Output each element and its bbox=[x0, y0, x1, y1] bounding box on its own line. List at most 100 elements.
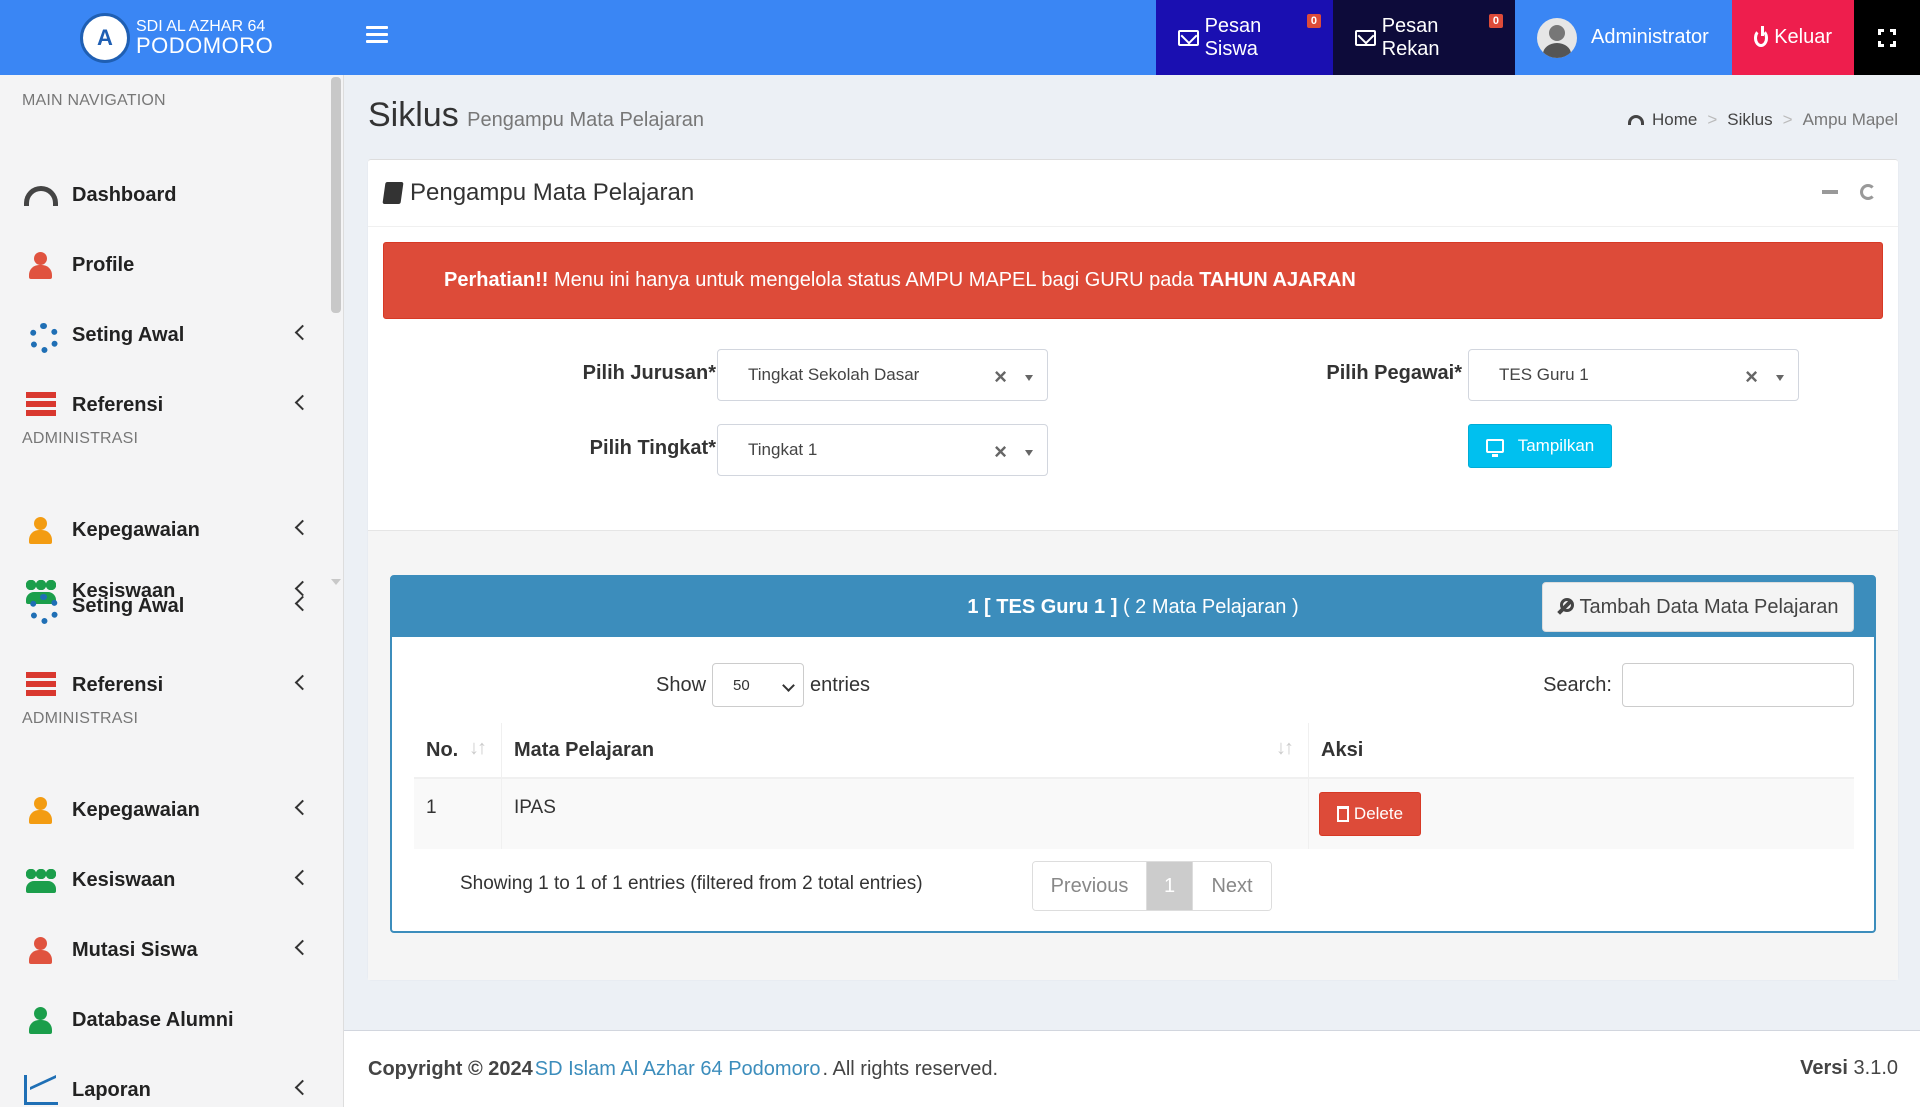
sidebar-item-seting-awal[interactable]: Seting Awal bbox=[0, 307, 328, 363]
pegawai-value: TES Guru 1 bbox=[1499, 365, 1589, 384]
entries-length: Show 50 entries bbox=[656, 663, 870, 707]
pesan-rekan-label: Pesan Rekan bbox=[1381, 14, 1440, 60]
scroll-down-icon[interactable] bbox=[331, 579, 341, 585]
entries-value: 50 bbox=[733, 676, 750, 694]
footer-org-link[interactable]: SD Islam Al Azhar 64 Podomoro bbox=[535, 1058, 821, 1081]
breadcrumb-home[interactable]: Home bbox=[1652, 110, 1697, 130]
fullscreen-button[interactable] bbox=[1854, 0, 1920, 75]
pegawai-select[interactable]: TES Guru 1 × bbox=[1468, 349, 1799, 401]
sidebar-item-kepegawaian[interactable]: Kepegawaian bbox=[0, 502, 328, 558]
tambah-mapel-label: Tambah Data Mata Pelajaran bbox=[1579, 595, 1839, 618]
breadcrumb: Home > Siklus > Ampu Mapel bbox=[1627, 110, 1898, 130]
power-icon bbox=[1754, 25, 1769, 47]
chevron-left-icon bbox=[294, 595, 311, 612]
logo-line2: PODOMORO bbox=[136, 32, 274, 58]
sort-icon bbox=[469, 737, 489, 763]
list-icon bbox=[24, 670, 58, 700]
envelope-icon bbox=[1178, 29, 1199, 46]
sidebar-item-seting-awal-2[interactable]: Seting Awal bbox=[0, 578, 328, 634]
pagination-previous[interactable]: Previous bbox=[1033, 862, 1147, 910]
user-menu[interactable]: Administrator bbox=[1515, 0, 1732, 75]
jurusan-label: Pilih Jurusan* bbox=[582, 362, 716, 384]
sidebar-item-label: Referensi bbox=[72, 673, 164, 696]
entries-label: entries bbox=[810, 673, 871, 696]
line-chart-icon bbox=[24, 1075, 58, 1105]
tingkat-value: Tingkat 1 bbox=[748, 440, 818, 459]
search-input[interactable] bbox=[1622, 663, 1854, 707]
version-number: 3.1.0 bbox=[1853, 1057, 1898, 1079]
gear-icon bbox=[24, 320, 59, 353]
sidebar-section-admin: ADMINISTRASI bbox=[22, 430, 139, 447]
table-row: 1 IPAS Delete bbox=[414, 779, 1854, 849]
chevron-left-icon bbox=[294, 324, 311, 341]
version-info: Versi 3.1.0 bbox=[1800, 1057, 1898, 1080]
tambah-mapel-button[interactable]: Tambah Data Mata Pelajaran bbox=[1542, 582, 1854, 632]
logo[interactable]: A SDI AL AZHAR 64 PODOMORO bbox=[0, 0, 344, 75]
delete-button[interactable]: Delete bbox=[1319, 792, 1421, 836]
page-subtitle: Pengampu Mata Pelajaran bbox=[467, 109, 704, 131]
sidebar-section-admin-2: ADMINISTRASI bbox=[22, 710, 139, 727]
clear-icon[interactable]: × bbox=[994, 439, 1007, 465]
column-header-mapel[interactable]: Mata Pelajaran bbox=[502, 723, 1309, 777]
mapel-table: No. Mata Pelajaran Aksi 1 IPAS Delete bbox=[414, 723, 1854, 849]
jurusan-value: Tingkat Sekolah Dasar bbox=[748, 365, 920, 384]
version-label: Versi bbox=[1800, 1057, 1848, 1079]
warning-alert: Perhatian!! Menu ini hanya untuk mengelo… bbox=[383, 242, 1883, 319]
wrench-icon bbox=[1557, 598, 1575, 615]
chevron-left-icon bbox=[294, 394, 311, 411]
table-search: Search: bbox=[1543, 663, 1854, 707]
caret-down-icon bbox=[1025, 450, 1033, 456]
collapse-icon[interactable] bbox=[1822, 190, 1838, 194]
school-logo-icon: A bbox=[80, 12, 130, 63]
top-header: A SDI AL AZHAR 64 PODOMORO Pesan Siswa 0… bbox=[0, 0, 1920, 75]
tingkat-label: Pilih Tingkat* bbox=[589, 437, 716, 459]
main-box: Pengampu Mata Pelajaran Perhatian!! Menu… bbox=[368, 159, 1898, 980]
user-tie-icon bbox=[24, 795, 58, 825]
alert-bold-2: TAHUN AJARAN bbox=[1199, 269, 1356, 291]
breadcrumb-siklus[interactable]: Siklus bbox=[1727, 110, 1772, 130]
page-title: Siklus bbox=[368, 96, 459, 134]
expand-icon bbox=[1878, 28, 1896, 47]
column-header-aksi: Aksi bbox=[1321, 738, 1364, 761]
sidebar-item-profile[interactable]: Profile bbox=[0, 237, 328, 293]
sidebar-item-referensi[interactable]: Referensi bbox=[0, 377, 328, 433]
pagination-next[interactable]: Next bbox=[1193, 862, 1271, 910]
copyright-suffix: . All rights reserved. bbox=[822, 1057, 999, 1080]
sidebar-item-referensi-2[interactable]: Referensi bbox=[0, 657, 328, 713]
refresh-icon[interactable] bbox=[1860, 184, 1876, 200]
sidebar-item-label: Seting Awal bbox=[72, 323, 185, 346]
pesan-rekan-button[interactable]: Pesan Rekan 0 bbox=[1333, 0, 1515, 75]
column-header-no[interactable]: No. bbox=[414, 723, 502, 777]
alert-text: Menu ini hanya untuk mengelola status AM… bbox=[548, 269, 1200, 291]
tingkat-select[interactable]: Tingkat 1 × bbox=[717, 424, 1048, 476]
sidebar-item-laporan[interactable]: Laporan bbox=[0, 1062, 328, 1107]
sidebar-item-database-alumni[interactable]: Database Alumni bbox=[0, 992, 328, 1048]
pesan-siswa-button[interactable]: Pesan Siswa 0 bbox=[1156, 0, 1333, 75]
jurusan-select[interactable]: Tingkat Sekolah Dasar × bbox=[717, 349, 1048, 401]
logout-button[interactable]: Keluar bbox=[1732, 0, 1854, 75]
sidebar: MAIN NAVIGATION Dashboard Profile Seting… bbox=[0, 75, 344, 1107]
graduate-icon bbox=[24, 1005, 58, 1035]
search-label: Search: bbox=[1543, 673, 1612, 696]
clear-icon[interactable]: × bbox=[994, 364, 1007, 390]
sidebar-item-kepegawaian-2[interactable]: Kepegawaian bbox=[0, 782, 328, 838]
sidebar-item-label: Profile bbox=[72, 253, 135, 276]
caret-down-icon bbox=[1025, 375, 1033, 381]
pegawai-label: Pilih Pegawai* bbox=[1326, 362, 1462, 384]
scrollbar-thumb[interactable] bbox=[331, 77, 341, 313]
menu-toggle-icon[interactable] bbox=[366, 26, 388, 48]
clear-icon[interactable]: × bbox=[1745, 364, 1758, 390]
sidebar-item-kesiswaan-2[interactable]: Kesiswaan bbox=[0, 852, 328, 908]
delete-label: Delete bbox=[1353, 804, 1404, 823]
sidebar-item-mutasi-siswa[interactable]: Mutasi Siswa bbox=[0, 922, 328, 978]
user-icon bbox=[24, 250, 58, 280]
pagination-page-1[interactable]: 1 bbox=[1147, 862, 1193, 910]
panel-heading: 1 [ TES Guru 1 ] ( 2 Mata Pelajaran ) Ta… bbox=[392, 577, 1874, 637]
copyright-prefix: Copyright © 2024 bbox=[368, 1057, 533, 1080]
sidebar-item-dashboard[interactable]: Dashboard bbox=[0, 167, 328, 223]
sidebar-scrollbar[interactable] bbox=[328, 75, 342, 1107]
entries-select[interactable]: 50 bbox=[712, 663, 805, 707]
sidebar-item-label: Kesiswaan bbox=[72, 868, 176, 891]
avatar bbox=[1537, 17, 1577, 58]
tampilkan-button[interactable]: Tampilkan bbox=[1468, 424, 1612, 468]
